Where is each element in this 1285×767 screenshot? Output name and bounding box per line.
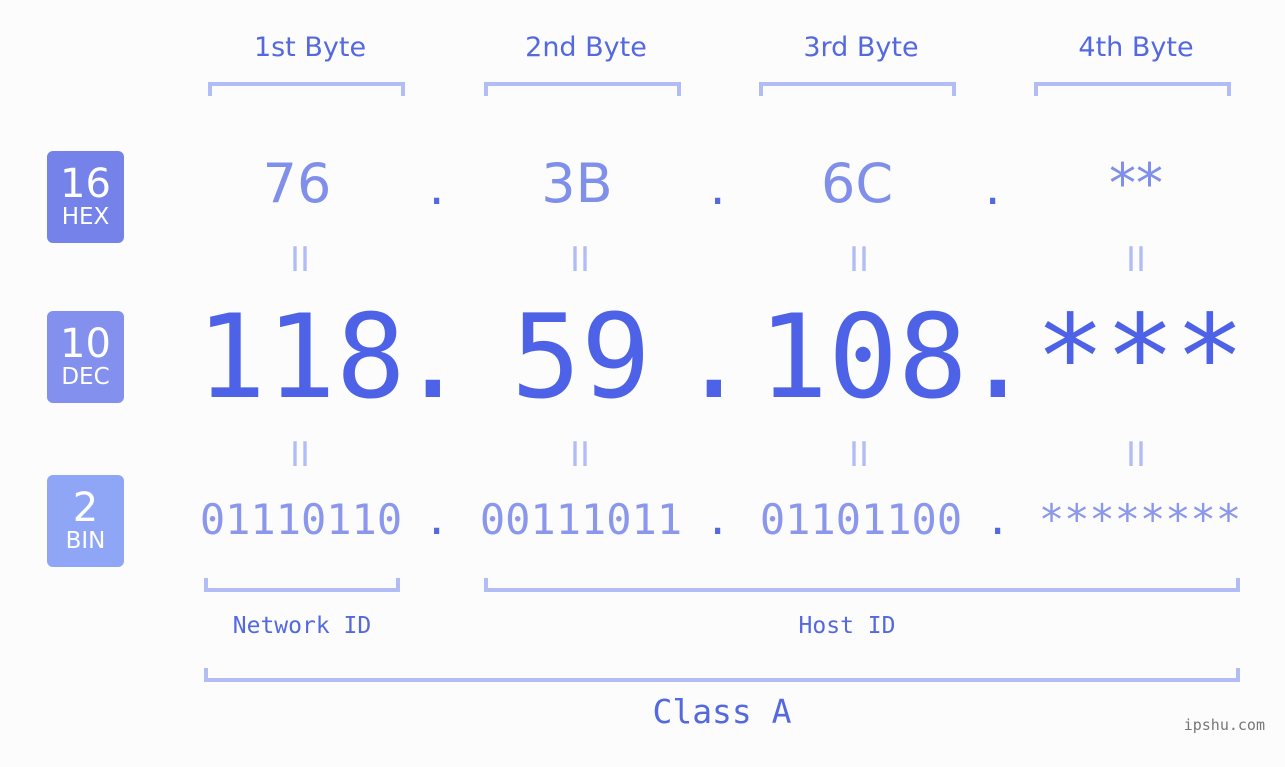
bin-badge-base: 2	[72, 485, 99, 531]
bin-separator-1: .	[424, 495, 450, 544]
dec-value-1: 118	[196, 290, 406, 425]
bin-value-2: 00111011	[479, 495, 683, 544]
equals-icon: II	[1125, 435, 1147, 475]
host-id-label: Host ID	[798, 613, 896, 639]
equals-icon: II	[1125, 240, 1147, 280]
dec-value-4: ***	[1035, 290, 1245, 425]
byte-bracket-1	[208, 82, 405, 96]
bin-value-4: ********	[1038, 495, 1242, 544]
equals-icon: II	[848, 240, 870, 280]
byte-title-2: 2nd Byte	[525, 32, 647, 63]
dec-separator-2: .	[679, 290, 749, 425]
hex-separator-2: .	[705, 165, 731, 214]
class-bracket	[204, 668, 1240, 682]
hex-separator-3: .	[980, 165, 1006, 214]
dec-separator-1: .	[398, 290, 468, 425]
network-id-label: Network ID	[232, 613, 372, 639]
bin-value-1: 01110110	[199, 495, 403, 544]
byte-title-3: 3rd Byte	[803, 32, 919, 63]
byte-title-4: 4th Byte	[1078, 32, 1194, 63]
hex-badge: 16 HEX	[47, 151, 124, 243]
hex-value-4: **	[1109, 152, 1163, 215]
equals-icon: II	[569, 240, 591, 280]
bin-separator-3: .	[985, 495, 1011, 544]
host-id-bracket	[484, 578, 1240, 592]
dec-badge-base: 10	[60, 321, 111, 367]
hex-value-1: 76	[262, 152, 332, 215]
dec-value-3: 108	[758, 290, 968, 425]
equals-icon: II	[289, 240, 311, 280]
watermark: ipshu.com	[1183, 716, 1265, 734]
hex-badge-base: 16	[60, 161, 111, 207]
hex-value-2: 3B	[541, 152, 613, 215]
bin-badge: 2 BIN	[47, 475, 124, 567]
hex-value-3: 6C	[820, 152, 894, 215]
dec-badge: 10 DEC	[47, 311, 124, 403]
bin-separator-2: .	[705, 495, 731, 544]
hex-badge-label: HEX	[61, 204, 110, 230]
bin-badge-label: BIN	[65, 528, 106, 554]
byte-bracket-4	[1034, 82, 1231, 96]
equals-icon: II	[848, 435, 870, 475]
class-label: Class A	[652, 692, 792, 731]
network-id-bracket	[204, 578, 400, 592]
byte-title-1: 1st Byte	[253, 32, 367, 63]
equals-icon: II	[569, 435, 591, 475]
equals-icon: II	[289, 435, 311, 475]
bin-value-3: 01101100	[759, 495, 963, 544]
dec-badge-label: DEC	[61, 364, 110, 390]
dec-separator-3: .	[963, 290, 1033, 425]
byte-bracket-3	[759, 82, 956, 96]
byte-bracket-2	[484, 82, 681, 96]
hex-separator-1: .	[424, 165, 450, 214]
dec-value-2: 59	[511, 290, 651, 425]
